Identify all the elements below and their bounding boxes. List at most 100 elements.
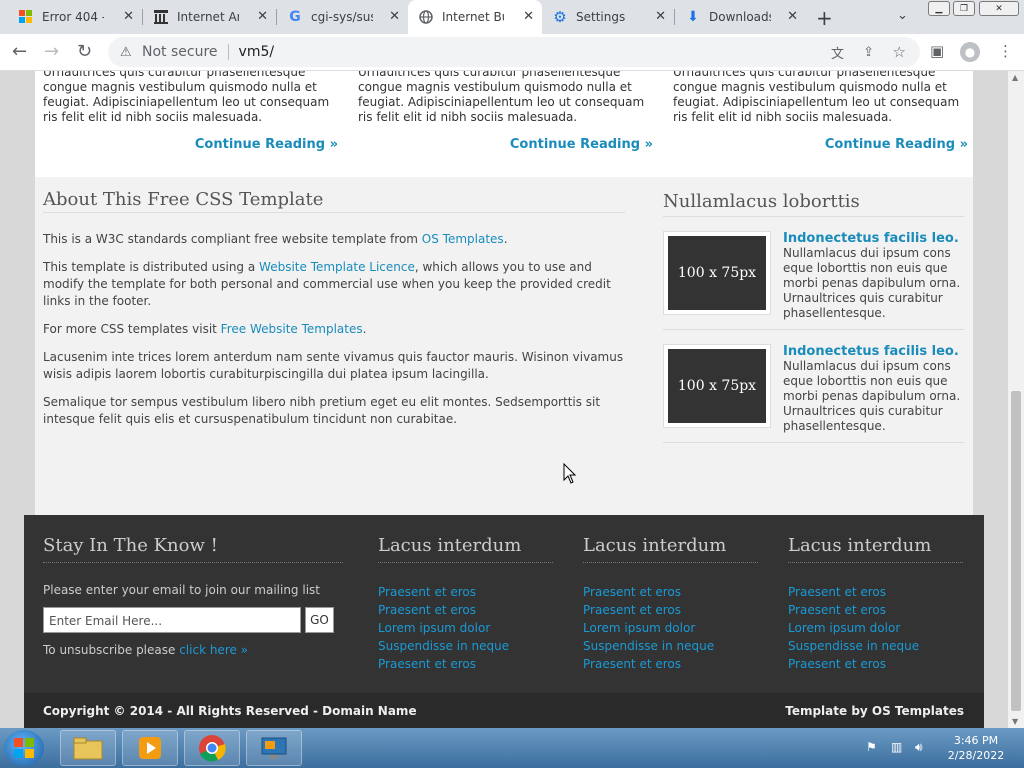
footer-link[interactable]: Suspendisse in neque xyxy=(378,637,553,655)
profile-avatar-icon[interactable]: ● xyxy=(960,42,980,62)
chrome-icon xyxy=(199,735,226,762)
footer-link[interactable]: Praesent et eros xyxy=(788,583,963,601)
sidebar-item-heading[interactable]: Indonectetus facilis leo. xyxy=(783,344,959,359)
folder-icon xyxy=(73,737,103,760)
newsletter-prompt: Please enter your email to join our mail… xyxy=(43,583,320,597)
footer-link[interactable]: Praesent et eros xyxy=(583,583,758,601)
about-title: About This Free CSS Template xyxy=(43,191,625,213)
reload-icon[interactable]: ↻ xyxy=(77,41,92,62)
sidebar-item-heading[interactable]: Indonectetus facilis leo. xyxy=(783,231,959,246)
footer: Stay In The Know ! Please enter your ema… xyxy=(24,515,984,693)
footer-link[interactable]: Suspendisse in neque xyxy=(583,637,758,655)
minimize-button[interactable]: ▁ xyxy=(928,1,950,16)
new-tab-button[interactable]: + xyxy=(816,6,833,30)
windows-logo-icon xyxy=(18,9,34,25)
footer-link[interactable]: Praesent et eros xyxy=(378,601,553,619)
footer-link[interactable]: Lorem ipsum dolor xyxy=(583,619,758,637)
email-form: Enter Email Here... GO xyxy=(43,607,343,633)
remote-desktop-button[interactable] xyxy=(246,730,302,766)
chrome-button[interactable] xyxy=(184,730,240,766)
footer-link[interactable]: Lorem ipsum dolor xyxy=(378,619,553,637)
footer-link[interactable]: Praesent et eros xyxy=(583,655,758,673)
email-input[interactable]: Enter Email Here... xyxy=(43,607,301,633)
browser-chrome: Error 404 - N ✕ Internet Arch ✕ G cgi-sy… xyxy=(0,0,1024,71)
restore-button[interactable]: ❐ xyxy=(953,1,975,16)
footer-column-title: Lacus interdum xyxy=(583,535,758,563)
tab-error-404[interactable]: Error 404 - N ✕ xyxy=(8,0,142,34)
download-icon: ⬇ xyxy=(687,9,699,25)
gear-icon: ⚙ xyxy=(553,8,567,26)
scroll-down-icon[interactable]: ▼ xyxy=(1012,717,1018,726)
tab-internet-business[interactable]: Internet Busi ✕ xyxy=(408,0,542,34)
footer-link[interactable]: Praesent et eros xyxy=(378,655,553,673)
close-tab-icon[interactable]: ✕ xyxy=(389,9,400,24)
close-window-button[interactable]: ✕ xyxy=(979,1,1019,16)
copyright-text: Copyright © 2014 - All Rights Reserved -… xyxy=(43,704,417,718)
continue-reading-link[interactable]: Continue Reading » xyxy=(673,137,968,152)
continue-reading-link[interactable]: Continue Reading » xyxy=(43,137,338,152)
unsubscribe-link[interactable]: click here » xyxy=(179,643,248,657)
about-paragraph: Semalique tor sempus vestibulum libero n… xyxy=(43,395,601,426)
media-player-button[interactable] xyxy=(122,730,178,766)
system-clock[interactable]: 3:46 PM 2/28/2022 xyxy=(946,733,1006,763)
close-tab-icon[interactable]: ✕ xyxy=(787,9,798,24)
footer-column-title: Lacus interdum xyxy=(788,535,963,563)
footer-link[interactable]: Suspendisse in neque xyxy=(788,637,963,655)
file-explorer-button[interactable] xyxy=(60,730,116,766)
scrollbar-thumb[interactable] xyxy=(1011,391,1021,711)
placeholder-image: 100 x 75px xyxy=(663,231,771,315)
tab-strip: Error 404 - N ✕ Internet Arch ✕ G cgi-sy… xyxy=(0,0,1024,34)
footer-links-column: Lacus interdum Praesent et eros Praesent… xyxy=(788,535,963,673)
tab-cgi-sys[interactable]: G cgi-sys/susp ✕ xyxy=(277,0,408,34)
go-button[interactable]: GO xyxy=(305,607,334,633)
footer-column-title: Lacus interdum xyxy=(378,535,553,563)
address-bar[interactable]: ⚠ Not secure vm5/ 文 ⇪ ☆ xyxy=(108,37,920,67)
os-templates-link[interactable]: OS Templates xyxy=(422,232,504,246)
continue-reading-link[interactable]: Continue Reading » xyxy=(358,137,653,152)
teaser-text: Urnaultrices quis curabitur phasellentes… xyxy=(43,71,330,124)
footer-link[interactable]: Praesent et eros xyxy=(788,601,963,619)
about-paragraph: Lacusenim inte trices lorem anterdum nam… xyxy=(43,350,624,381)
page-scrollbar[interactable]: ▲ ▼ xyxy=(1008,71,1024,728)
action-center-icon[interactable]: ⚑ xyxy=(866,740,877,754)
forward-arrow-icon[interactable]: → xyxy=(44,41,59,62)
translate-icon[interactable]: 文 xyxy=(831,43,844,62)
network-icon[interactable]: ▥ xyxy=(891,740,902,754)
footer-link[interactable]: Praesent et eros xyxy=(788,655,963,673)
footer-link[interactable]: Praesent et eros xyxy=(378,583,553,601)
close-tab-icon[interactable]: ✕ xyxy=(257,9,268,24)
footer-link[interactable]: Praesent et eros xyxy=(583,601,758,619)
close-tab-icon[interactable]: ✕ xyxy=(655,9,666,24)
teaser-row: Urnaultrices quis curabitur phasellentes… xyxy=(35,71,973,177)
side-panel-icon[interactable]: ▣ xyxy=(930,42,944,60)
about-section: About This Free CSS Template This is a W… xyxy=(43,191,625,428)
share-icon[interactable]: ⇪ xyxy=(863,45,874,60)
scroll-up-icon[interactable]: ▲ xyxy=(1012,73,1018,82)
volume-icon[interactable]: 🔊︎ xyxy=(915,740,923,755)
tab-settings[interactable]: ⚙ Settings ✕ xyxy=(542,0,674,34)
about-paragraph: For more CSS templates visit Free Websit… xyxy=(43,322,367,336)
close-tab-icon[interactable]: ✕ xyxy=(523,9,534,24)
start-button[interactable] xyxy=(4,730,44,766)
security-label[interactable]: Not secure xyxy=(142,44,218,60)
close-tab-icon[interactable]: ✕ xyxy=(123,9,134,24)
clock-date: 2/28/2022 xyxy=(947,749,1005,762)
sidebar-item: 100 x 75px Indonectetus facilis leo. Nul… xyxy=(663,217,964,330)
about-paragraph: This template is distributed using a Web… xyxy=(43,260,611,308)
browser-toolbar: ← → ↻ ⚠ Not secure vm5/ 文 ⇪ ☆ ▣ ● ⋮ xyxy=(0,34,1024,71)
footer-links-column: Lacus interdum Praesent et eros Praesent… xyxy=(378,535,553,673)
free-templates-link[interactable]: Free Website Templates xyxy=(221,322,363,336)
unsubscribe-text: To unsubscribe please click here » xyxy=(43,643,249,657)
licence-link[interactable]: Website Template Licence xyxy=(259,260,415,274)
template-credit-link[interactable]: Template by OS Templates xyxy=(785,704,964,718)
google-icon: G xyxy=(289,9,301,25)
back-arrow-icon[interactable]: ← xyxy=(12,41,27,62)
tab-internet-archive[interactable]: Internet Arch ✕ xyxy=(143,0,276,34)
footer-link[interactable]: Lorem ipsum dolor xyxy=(788,619,963,637)
menu-kebab-icon[interactable]: ⋮ xyxy=(998,42,1013,60)
tab-search-chevron-icon[interactable]: ⌄ xyxy=(897,8,908,23)
warning-icon: ⚠ xyxy=(120,44,132,60)
bookmark-star-icon[interactable]: ☆ xyxy=(893,43,906,61)
tab-downloads[interactable]: ⬇ Downloads ✕ xyxy=(675,0,806,34)
url-text[interactable]: vm5/ xyxy=(239,44,275,60)
